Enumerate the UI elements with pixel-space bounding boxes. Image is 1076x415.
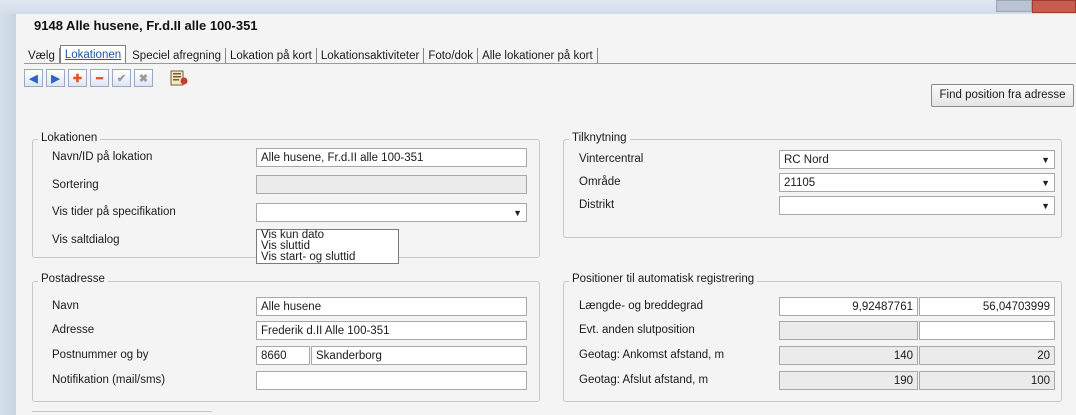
slutposition-field-2[interactable] (919, 321, 1055, 340)
afslut-field-1[interactable]: 190 (779, 371, 918, 390)
vis-tider-dropdown-list: Vis kun dato Vis sluttid Vis start- og s… (256, 229, 399, 264)
distrikt-label: Distrikt (579, 199, 615, 211)
tab-lokation-paa-kort[interactable]: Lokation på kort (226, 48, 317, 64)
tab-vaelg[interactable]: Vælg (24, 48, 60, 64)
distrikt-select[interactable]: ▼ (779, 196, 1055, 215)
window-top-bar (0, 0, 1076, 14)
postnummer-field[interactable]: 8660 (256, 346, 310, 365)
tab-lokationsaktiviteter[interactable]: Lokationsaktiviteter (317, 48, 425, 64)
chevron-down-icon[interactable]: ▼ (1041, 174, 1050, 191)
report-icon[interactable] (169, 69, 189, 87)
add-icon[interactable]: ✚ (68, 69, 87, 87)
dropdown-option[interactable]: Vis start- og sluttid (257, 251, 398, 263)
post-navn-field[interactable]: Alle husene (256, 297, 527, 316)
sortering-field[interactable] (256, 175, 527, 194)
postadresse-legend: Postadresse (38, 273, 108, 285)
tab-bar: Vælg Lokationen Speciel afregning Lokati… (24, 45, 598, 64)
vis-saltdialog-label: Vis saltdialog (52, 234, 120, 246)
window-close-button[interactable] (1032, 0, 1076, 13)
post-navn-label: Navn (52, 300, 79, 312)
vintercentral-select[interactable]: RC Nord ▼ (779, 150, 1055, 169)
vis-tider-label: Vis tider på specifikation (52, 206, 176, 218)
afslut-field-2[interactable]: 100 (919, 371, 1055, 390)
arrow-right-icon[interactable]: ▶ (46, 69, 65, 87)
chevron-down-icon[interactable]: ▼ (1041, 151, 1050, 168)
tab-speciel-afregning[interactable]: Speciel afregning (128, 48, 227, 64)
afslut-label: Geotag: Afslut afstand, m (579, 374, 709, 386)
arrow-left-icon[interactable]: ◀ (24, 69, 43, 87)
find-position-button[interactable]: Find position fra adresse (931, 84, 1074, 107)
bottom-group-edge (32, 411, 212, 412)
navn-id-field[interactable]: Alle husene, Fr.d.II alle 100-351 (256, 148, 527, 167)
left-frame-strip (0, 14, 16, 415)
chevron-down-icon[interactable]: ▼ (513, 204, 522, 221)
navn-id-label: Navn/ID på lokation (52, 151, 153, 163)
tab-lokationen[interactable]: Lokationen (59, 45, 127, 64)
tilknytning-legend: Tilknytning (569, 132, 630, 144)
omraade-select[interactable]: 21105 ▼ (779, 173, 1055, 192)
page-title: 9148 Alle husene, Fr.d.II alle 100-351 (34, 18, 258, 33)
sortering-label: Sortering (52, 179, 99, 191)
slutposition-field-1[interactable] (779, 321, 918, 340)
omraade-value: 21105 (784, 177, 816, 189)
vis-tider-select[interactable]: ▼ (256, 203, 527, 222)
slutposition-label: Evt. anden slutposition (579, 324, 695, 336)
adresse-field[interactable]: Frederik d.II Alle 100-351 (256, 321, 527, 340)
window-control-button[interactable] (996, 0, 1032, 12)
tab-foto-dok[interactable]: Foto/dok (424, 48, 479, 64)
tab-divider (24, 63, 1076, 64)
ankomst-label: Geotag: Ankomst afstand, m (579, 349, 725, 361)
vintercentral-value: RC Nord (784, 154, 829, 166)
vintercentral-label: Vintercentral (579, 153, 644, 165)
omraade-label: Område (579, 176, 621, 188)
ankomst-field-2[interactable]: 20 (919, 346, 1055, 365)
ankomst-field-1[interactable]: 140 (779, 346, 918, 365)
notifikation-field[interactable] (256, 371, 527, 390)
by-field[interactable]: Skanderborg (311, 346, 527, 365)
positioner-legend: Positioner til automatisk registrering (569, 273, 758, 285)
chevron-down-icon[interactable]: ▼ (1041, 197, 1050, 214)
remove-icon[interactable]: ━ (90, 69, 109, 87)
check-icon[interactable]: ✔ (112, 69, 131, 87)
tab-alle-lokationer-paa-kort[interactable]: Alle lokationer på kort (478, 48, 598, 64)
toolbar: ◀ ▶ ✚ ━ ✔ ✖ (24, 69, 189, 87)
laengde-label: Længde- og breddegrad (579, 300, 704, 312)
cancel-icon[interactable]: ✖ (134, 69, 153, 87)
postnummer-label: Postnummer og by (52, 349, 149, 361)
adresse-label: Adresse (52, 324, 95, 336)
laengdegrad-field[interactable]: 9,92487761 (779, 297, 918, 316)
breddegrad-field[interactable]: 56,04703999 (919, 297, 1055, 316)
lokationen-legend: Lokationen (38, 132, 101, 144)
notifikation-label: Notifikation (mail/sms) (52, 374, 166, 386)
